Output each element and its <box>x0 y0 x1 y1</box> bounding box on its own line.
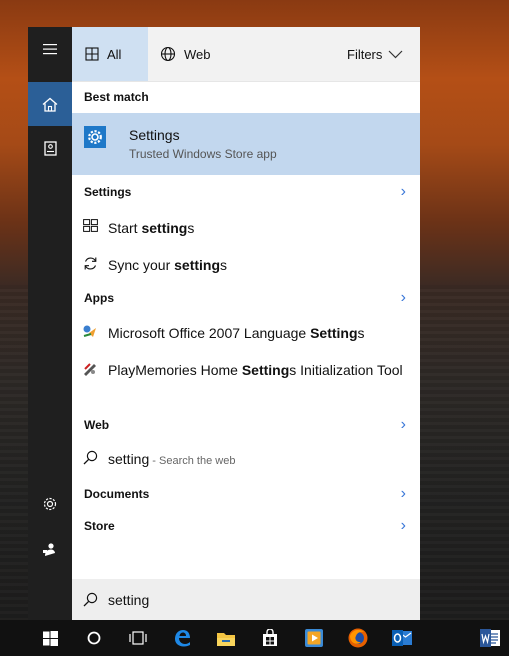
office-language-icon <box>72 323 108 340</box>
section-documents-label: Documents <box>84 487 150 501</box>
windows-start-icon[interactable] <box>28 620 72 656</box>
result-playmemories-settings[interactable]: PlayMemories Home Settings Initializatio… <box>72 360 420 380</box>
chevron-right-icon: › <box>400 416 406 433</box>
settings-gear-icon[interactable] <box>28 482 72 526</box>
feedback-icon[interactable] <box>28 527 72 571</box>
playmemories-icon <box>72 360 108 377</box>
filters-label: Filters <box>347 46 383 62</box>
home-icon[interactable] <box>28 82 72 126</box>
edge-icon[interactable] <box>160 620 204 656</box>
tab-all-label: All <box>107 46 122 62</box>
store-icon[interactable] <box>248 620 292 656</box>
chevron-right-icon: › <box>400 183 406 200</box>
result-office-language-settings[interactable]: Microsoft Office 2007 Language Settings <box>72 323 420 343</box>
notebook-icon[interactable] <box>28 126 72 170</box>
menu-icon[interactable] <box>28 27 72 71</box>
section-apps-label: Apps <box>84 291 114 305</box>
taskbar <box>0 620 509 656</box>
search-scope-tabs: All Web Filters <box>72 27 420 82</box>
search-panel: All Web Filters Best match Settings Trus… <box>72 27 420 620</box>
tab-web-label: Web <box>184 46 211 62</box>
filters-dropdown[interactable]: Filters <box>347 27 403 81</box>
start-left-rail <box>28 27 72 620</box>
outlook-icon[interactable] <box>380 620 424 656</box>
section-store-label: Store <box>84 519 115 533</box>
search-icon <box>72 449 108 465</box>
section-documents[interactable]: Documents › <box>72 483 420 505</box>
result-web-search[interactable]: setting - Search the web <box>72 449 420 471</box>
section-web[interactable]: Web › <box>72 414 420 436</box>
start-settings-icon <box>72 218 108 232</box>
result-text: Microsoft Office 2007 Language Settings <box>108 325 365 341</box>
chevron-right-icon: › <box>400 517 406 534</box>
search-icon <box>72 592 108 607</box>
grid-icon <box>85 47 99 61</box>
section-apps[interactable]: Apps › <box>72 287 420 309</box>
firefox-icon[interactable] <box>336 620 380 656</box>
search-input[interactable] <box>108 591 388 608</box>
cortana-circle-icon[interactable] <box>72 620 116 656</box>
section-settings-label: Settings <box>84 185 132 199</box>
section-web-label: Web <box>84 418 110 432</box>
result-text: Start settings <box>108 220 195 236</box>
chevron-down-icon <box>388 50 403 58</box>
best-match-item[interactable]: Settings Trusted Windows Store app <box>72 113 420 175</box>
settings-app-icon <box>84 126 106 148</box>
chevron-right-icon: › <box>400 289 406 306</box>
chevron-right-icon: › <box>400 485 406 502</box>
best-match-heading: Best match <box>72 86 420 108</box>
word-icon[interactable] <box>468 620 509 656</box>
result-text: Sync your settings <box>108 257 228 273</box>
best-match-title: Settings <box>129 127 180 143</box>
file-explorer-icon[interactable] <box>204 620 248 656</box>
tab-all[interactable]: All <box>72 27 148 81</box>
sync-icon <box>72 255 108 271</box>
result-start-settings[interactable]: Start settings <box>72 218 420 238</box>
globe-icon <box>160 46 176 62</box>
search-bar[interactable] <box>72 579 420 620</box>
result-text: setting - Search the web <box>108 451 236 467</box>
result-sync-settings[interactable]: Sync your settings <box>72 255 420 275</box>
result-text: PlayMemories Home Settings Initializatio… <box>108 362 403 378</box>
media-player-icon[interactable] <box>292 620 336 656</box>
best-match-subtitle: Trusted Windows Store app <box>129 147 277 161</box>
tab-web[interactable]: Web <box>160 27 211 81</box>
section-store[interactable]: Store › <box>72 515 420 537</box>
best-match-heading-text: Best match <box>84 90 149 104</box>
section-settings[interactable]: Settings › <box>72 181 420 203</box>
task-view-icon[interactable] <box>116 620 160 656</box>
